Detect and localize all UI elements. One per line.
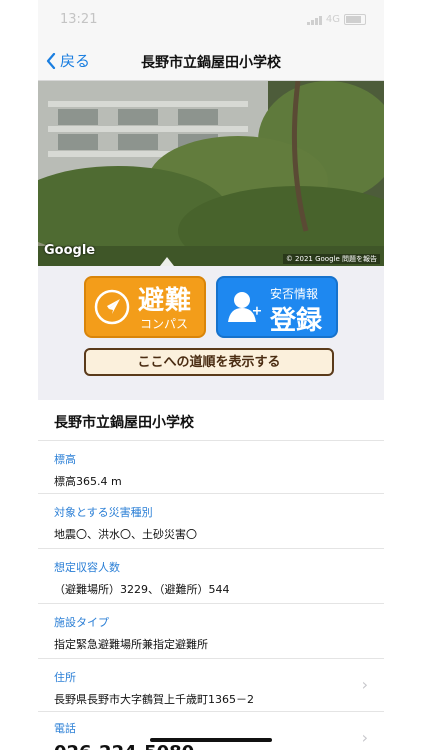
info-value: 地震〇、洪水〇、土砂災害〇 xyxy=(54,528,197,541)
info-label: 想定収容人数 xyxy=(54,561,120,574)
status-time: 13:21 xyxy=(60,12,98,27)
facility-name: 長野市立鍋屋田小学校 xyxy=(54,415,194,431)
info-label: 対象とする災害種別 xyxy=(54,506,153,519)
chevron-right-icon: › xyxy=(361,728,368,747)
info-row-elevation: 標高 標高365.4 m xyxy=(38,441,384,494)
info-row-address[interactable]: 住所 長野県長野市大字鶴賀上千歳町1365－2 › xyxy=(38,659,384,712)
home-indicator[interactable] xyxy=(150,738,272,742)
signal-icon xyxy=(306,15,322,25)
street-view-credits[interactable]: © 2021 Google 問題を報告 xyxy=(282,254,380,264)
safety-main-label: 登録 xyxy=(270,306,323,336)
info-label: 施設タイプ xyxy=(54,616,109,629)
action-buttons: 避難 コンパス 安否情報 登録 ここへの道順を表示する xyxy=(38,266,384,400)
info-value: 指定緊急避難場所兼指定避難所 xyxy=(54,638,208,651)
battery-icon xyxy=(344,14,366,25)
facility-info: 長野市立鍋屋田小学校 標高 標高365.4 m 対象とする災害種別 地震〇、洪水… xyxy=(38,400,384,750)
info-label: 電話 xyxy=(54,722,76,735)
info-row-capacity: 想定収容人数 （避難場所）3229、（避難所）544 xyxy=(38,549,384,604)
evacuation-compass-button[interactable]: 避難 コンパス xyxy=(84,276,206,338)
street-view-image[interactable]: Google © 2021 Google 問題を報告 xyxy=(38,81,384,266)
info-row-disaster-types: 対象とする災害種別 地震〇、洪水〇、土砂災害〇 xyxy=(38,494,384,549)
facility-name-row: 長野市立鍋屋田小学校 xyxy=(38,400,384,441)
safety-register-button[interactable]: 安否情報 登録 xyxy=(216,276,338,338)
compass-icon xyxy=(94,289,130,325)
evacuation-main-label: 避難 xyxy=(138,286,193,316)
app-screen: 13:21 4G 戻る 長野市立鍋屋田小学校 Google © 2021 Goo… xyxy=(38,0,384,750)
info-row-facility-type: 施設タイプ 指定緊急避難場所兼指定避難所 xyxy=(38,604,384,659)
page-title: 長野市立鍋屋田小学校 xyxy=(141,55,281,71)
info-label: 住所 xyxy=(54,671,76,684)
info-label: 標高 xyxy=(54,453,76,466)
status-icons: 4G xyxy=(306,14,366,25)
navigation-bar: 戻る 長野市立鍋屋田小学校 xyxy=(38,44,384,81)
status-bar: 13:21 4G xyxy=(38,0,384,44)
street-view-scene xyxy=(38,81,384,266)
network-icon: 4G xyxy=(325,14,340,25)
info-value: （避難場所）3229、（避難所）544 xyxy=(54,583,230,596)
info-value: 長野県長野市大字鶴賀上千歳町1365－2 xyxy=(54,693,254,706)
phone-number[interactable]: 026-224-5080 xyxy=(54,742,194,750)
street-view-arrow-icon[interactable] xyxy=(158,256,176,266)
info-row-phone[interactable]: 電話 026-224-5080 › xyxy=(38,712,384,750)
google-logo: Google xyxy=(44,243,96,258)
show-route-button[interactable]: ここへの道順を表示する xyxy=(84,348,334,376)
evacuation-sub-label: コンパス xyxy=(140,317,189,331)
add-user-icon xyxy=(228,292,262,322)
info-value: 標高365.4 m xyxy=(54,475,122,488)
chevron-right-icon: › xyxy=(361,675,368,694)
